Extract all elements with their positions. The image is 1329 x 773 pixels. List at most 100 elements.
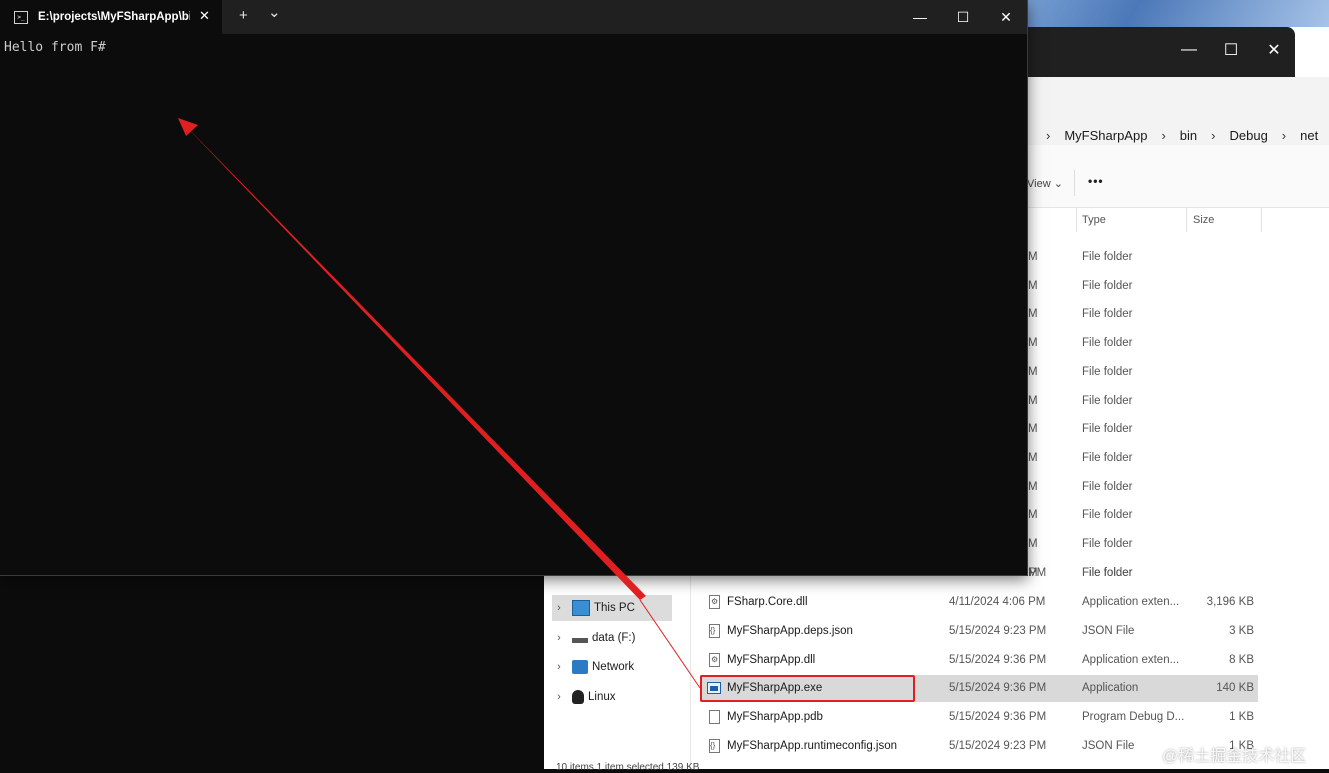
folder-row-type[interactable]: File folder (1082, 366, 1133, 378)
terminal-close-button[interactable]: ✕ (986, 4, 1026, 30)
dll-file-icon (709, 595, 720, 609)
column-header-type[interactable]: Type (1082, 214, 1106, 226)
nav-item-this-pc[interactable]: › This PC (552, 595, 672, 621)
file-size: 3,196 KB (1206, 596, 1254, 608)
chevron-right-icon[interactable]: › (552, 661, 566, 673)
json-file-icon (709, 623, 720, 638)
explorer-maximize-button[interactable]: ☐ (1213, 35, 1249, 65)
file-row[interactable]: MyFSharpApp.deps.json 5/15/2024 9:23 PM JS… (700, 618, 1258, 645)
file-type: Application (1082, 682, 1139, 695)
file-name: MyFSharpApp.dll (727, 653, 816, 666)
chevron-right-icon[interactable]: › (552, 602, 566, 614)
file-type: Application exten... (1082, 596, 1180, 608)
breadcrumb-net[interactable]: net (1300, 126, 1318, 145)
folder-row-type[interactable]: File folder (1082, 308, 1133, 320)
nav-label: This PC (594, 602, 635, 614)
chevron-right-icon[interactable]: › (552, 632, 566, 644)
nav-label: data (F:) (592, 632, 636, 644)
file-name: MyFSharpApp.runtimeconfig.json (727, 740, 898, 752)
nav-item-linux[interactable]: › Linux (552, 684, 672, 710)
chevron-right-icon: › (1211, 127, 1216, 143)
view-label: View (1027, 178, 1051, 190)
folder-row-type[interactable]: File folder (1082, 395, 1133, 407)
file-size: 140 KB (1216, 682, 1254, 695)
file-type: Application exten... (1082, 653, 1180, 666)
file-row[interactable]: MyFSharpApp.pdb 5/15/2024 9:36 PM Program … (700, 704, 1258, 731)
folder-row-modified: M (1028, 480, 1038, 493)
chevron-right-icon: › (1161, 127, 1166, 143)
dll-file-icon (709, 652, 720, 667)
folder-row-type[interactable]: File folder (1082, 423, 1133, 435)
status-bar: 10 items 1 item selected 139 KB (556, 762, 700, 773)
drive-icon (572, 637, 588, 643)
tab-dropdown-button[interactable]: ⌄ (268, 3, 281, 21)
folder-row-type[interactable]: File folder (1082, 452, 1133, 464)
file-name: MyFSharpApp.pdb (727, 711, 823, 724)
breadcrumb-debug[interactable]: Debug (1229, 126, 1267, 145)
file-type: JSON File (1082, 740, 1135, 752)
folder-row-modified: M (1028, 509, 1038, 522)
terminal-minimize-button[interactable]: — (900, 4, 940, 30)
file-date: 5/15/2024 9:23 PM (949, 740, 1047, 752)
column-divider (1186, 208, 1187, 232)
explorer-minimize-button[interactable]: — (1171, 35, 1207, 65)
breadcrumb: › MyFSharpApp › bin › Debug › net (1032, 120, 1318, 150)
nav-label: Linux (588, 691, 616, 703)
file-name: MyFSharpApp.deps.json (727, 624, 853, 637)
folder-row-type[interactable]: File folder (1082, 538, 1133, 550)
file-type: Program Debug D... (1082, 711, 1185, 724)
chevron-right-icon: › (1281, 127, 1287, 143)
chevron-right-icon[interactable]: › (552, 691, 566, 703)
tab-title: E:\projects\MyFSharpApp\bin (38, 11, 190, 23)
folder-row-type[interactable]: File folder (1082, 337, 1133, 349)
tab-close-icon[interactable]: ✕ (199, 8, 210, 24)
toolbar-divider (1074, 170, 1075, 196)
column-header-size[interactable]: Size (1193, 214, 1214, 226)
folder-row-type[interactable]: File folder (1082, 280, 1133, 292)
folder-row-modified: M (1028, 337, 1038, 350)
terminal-icon: >_ (14, 10, 28, 24)
terminal-output: Hello from F# (4, 40, 106, 55)
folder-row-modified: M (1028, 251, 1038, 263)
nav-item-network[interactable]: › Network (552, 654, 672, 680)
folder-row-modified: M (1028, 423, 1038, 436)
chevron-down-icon: ⌄ (1053, 178, 1063, 190)
breadcrumb-bin[interactable]: bin (1180, 126, 1197, 145)
file-name: FSharp.Core.dll (727, 596, 808, 608)
new-tab-button[interactable]: + (239, 7, 248, 24)
file-row[interactable]: FSharp.Core.dll 4/11/2024 4:06 PM Applicat… (700, 589, 1258, 616)
folder-row-modified: M (1028, 538, 1038, 550)
folder-row-modified: M (1028, 279, 1038, 292)
file-size: 8 KB (1229, 653, 1254, 666)
terminal-tab[interactable]: >_ E:\projects\MyFSharpApp\bin ✕ (0, 0, 222, 34)
terminal-window: >_ E:\projects\MyFSharpApp\bin ✕ + ⌄ — ☐… (0, 0, 1028, 576)
file-size: 3 KB (1229, 624, 1254, 637)
nav-item-data-drive[interactable]: › data (F:) (552, 625, 672, 651)
file-size: 1 KB (1229, 711, 1254, 724)
folder-row-type[interactable]: File folder (1082, 481, 1133, 493)
folder-row-modified: M (1028, 365, 1038, 378)
file-date: 5/15/2024 9:36 PM (949, 653, 1047, 666)
file-file-icon (709, 710, 720, 725)
folder-row-modified: M (1028, 394, 1038, 407)
file-date: 5/15/2024 9:23 PM (949, 624, 1047, 637)
breadcrumb-myfsharpapp[interactable]: MyFSharpApp (1064, 126, 1147, 145)
file-type: JSON File (1082, 624, 1135, 637)
chevron-right-icon: › (1046, 127, 1051, 143)
more-options-button[interactable]: ••• (1088, 174, 1104, 188)
network-icon (572, 660, 588, 674)
terminal-titlebar: >_ E:\projects\MyFSharpApp\bin ✕ + ⌄ — ☐… (0, 0, 1027, 34)
folder-row-modified: M (1028, 308, 1038, 321)
terminal-maximize-button[interactable]: ☐ (943, 4, 983, 30)
folder-row-type[interactable]: File folder (1082, 251, 1133, 263)
file-date: 5/15/2024 9:36 PM (949, 711, 1047, 724)
this-pc-icon (572, 600, 590, 616)
explorer-close-button[interactable]: ✕ (1256, 35, 1292, 65)
folder-row-type[interactable]: File folder (1082, 509, 1133, 521)
file-date: 4/11/2024 4:06 PM (949, 596, 1046, 608)
view-menu-button[interactable]: View ⌄ (1027, 177, 1063, 190)
exe-annotation-box (700, 675, 915, 702)
file-row[interactable]: MyFSharpApp.dll 5/15/2024 9:36 PM Applicat… (700, 647, 1258, 674)
column-divider (1261, 208, 1262, 232)
file-date: 5/15/2024 9:36 PM (949, 682, 1047, 695)
